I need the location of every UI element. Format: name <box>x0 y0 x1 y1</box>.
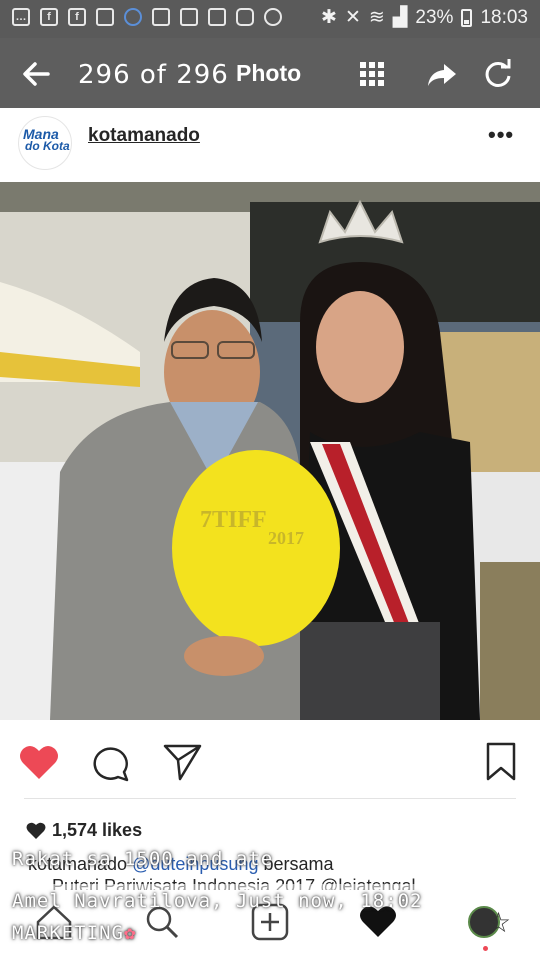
globe-icon <box>124 8 142 26</box>
app-toolbar: 296 of 296 Photo <box>0 38 540 108</box>
wifi-icon: ≋ <box>368 7 385 28</box>
chat-icon <box>208 8 226 26</box>
toolbar-title: Photo <box>236 60 302 86</box>
grid-icon[interactable] <box>356 58 388 90</box>
photo-illustration: 7TIFF 2017 <box>0 182 540 720</box>
avatar[interactable]: Mana do Kota <box>18 116 72 170</box>
direct-share-icon[interactable] <box>162 742 204 782</box>
clipboard-icon <box>96 8 114 26</box>
signal-icon: ▟ <box>392 7 408 28</box>
notification-line-3: MARKETING✿ <box>12 922 136 944</box>
post-photo[interactable]: 7TIFF 2017 <box>0 182 540 720</box>
facebook-icon: f <box>68 8 86 26</box>
printer-icon <box>152 8 170 26</box>
balloon-text: 7TIFF <box>200 507 267 533</box>
like-heart-icon[interactable] <box>18 742 60 782</box>
likes-label: 1,574 likes <box>52 820 143 840</box>
flower-icon: ✿ <box>123 922 137 944</box>
notification-icons: … f f <box>12 8 282 26</box>
facebook-icon: f <box>40 8 58 26</box>
star-icon[interactable]: ☆ <box>486 906 511 939</box>
status-right: ✱ ✕ ≋ ▟ 23% 18:03 <box>321 6 528 29</box>
more-options-icon[interactable]: ••• <box>488 122 514 148</box>
status-bar: … f f ✱ ✕ ≋ ▟ 23% 18:03 <box>0 0 540 38</box>
notification-line-1: Rakat sa 1500 and ate <box>12 848 274 870</box>
notification-line-2: Amel Navratilova, Just now, 18:02 <box>12 890 423 912</box>
battery-percent: 23% <box>415 6 454 28</box>
instagram-icon <box>236 8 254 26</box>
battery-icon <box>461 8 473 27</box>
svg-text:2017: 2017 <box>268 528 304 548</box>
notification-label: MARKETING <box>12 922 124 944</box>
avatar-logo-text: do Kota <box>25 139 70 153</box>
chrome-icon <box>264 8 282 26</box>
clock: 18:03 <box>480 6 528 28</box>
message-icon: … <box>12 8 30 26</box>
rotate-icon[interactable] <box>482 58 514 90</box>
photo-counter: 296 of 296 <box>78 60 229 90</box>
share-icon[interactable] <box>426 58 458 90</box>
chat-icon <box>180 8 198 26</box>
bookmark-icon[interactable] <box>482 742 524 782</box>
bluetooth-icon: ✱ <box>321 7 337 28</box>
likes-count[interactable]: 1,574 likes <box>26 820 142 841</box>
back-arrow-icon[interactable] <box>18 56 54 92</box>
small-heart-icon <box>26 822 46 839</box>
post-username[interactable]: kotamanado <box>88 125 200 147</box>
mute-icon: ✕ <box>344 7 361 28</box>
post-header: Mana do Kota kotamanado ••• <box>0 108 540 182</box>
divider <box>24 798 516 799</box>
action-bar <box>0 720 540 800</box>
comment-icon[interactable] <box>90 742 132 782</box>
